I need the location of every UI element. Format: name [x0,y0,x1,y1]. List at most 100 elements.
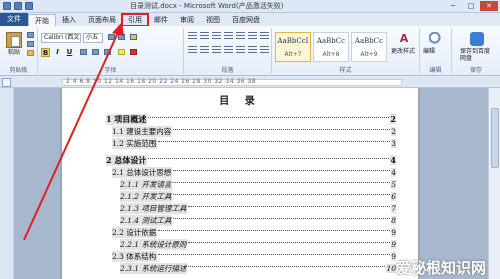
close-button[interactable]: ✕ [480,1,498,11]
show-marks-icon[interactable] [260,32,269,40]
toc-entry-page: 4 [391,167,396,177]
subscript-icon[interactable] [92,49,99,55]
decrease-indent-icon[interactable] [224,32,233,40]
toc-entry[interactable]: 2.2 设计依据 9 [106,226,396,238]
toc-entry-text: 1.1 建设主要内容 [112,125,173,137]
italic-button[interactable]: I [53,48,62,57]
format-painter-icon[interactable] [27,50,34,56]
align-right-icon[interactable] [212,46,221,54]
shading-icon[interactable] [248,46,257,54]
toc-entry[interactable]: 2.3 体系结构 9 [106,250,396,262]
toc-entry[interactable]: 1 项目概述 2 [106,113,396,125]
toc-entry-text: 2.3 体系结构 [112,250,158,262]
document-area: 目 录 1 项目概述 2 1.1 建设主要内容 2 1.2 实施范围 3 2 总体设计… [14,88,488,279]
minimize-button[interactable]: ─ [444,1,462,11]
superscript-icon[interactable] [104,49,111,55]
title-bar: 目录测试.docx - Microsoft Word(产品激活失败) ─ □ ✕ [0,0,500,13]
save-icon[interactable] [14,2,22,10]
clear-format-icon[interactable] [130,34,137,40]
toc-entry[interactable]: 1.2 实施范围 3 [106,137,396,149]
paste-label: 粘贴 [7,49,20,56]
tab-home[interactable]: 开始 [28,14,56,26]
copy-icon[interactable] [27,41,34,47]
styles-group: AaBbCcI Alt+7 AaBbCc Alt+8 AaBbCc Alt+9 … [272,28,420,74]
toc-entry-text: 2.3.1 系统运行描述 [120,262,188,274]
toc-entry[interactable]: 2.3.1 系统运行描述 10 [106,262,396,274]
vertical-ruler[interactable] [0,88,14,279]
toc-entry-page: 2 [390,114,396,124]
bold-button[interactable]: B [41,48,50,57]
word-logo-icon [3,2,11,10]
toc-entry-text: 2.2.1 系统设计原则 [120,238,188,250]
style-item[interactable]: AaBbCc Alt+9 [351,32,387,62]
change-styles-icon: A [399,32,409,45]
styles-group-label: 样式 [339,67,352,74]
underline-button[interactable]: U [65,48,74,57]
table-of-contents[interactable]: 1 项目概述 2 1.1 建设主要内容 2 1.2 实施范围 3 2 总体设计 4 2.… [106,108,396,274]
tab-selector-icon[interactable] [2,78,11,87]
bullets-icon[interactable] [188,32,197,40]
change-styles-label: 更改样式 [391,48,416,55]
tab-review[interactable]: 审阅 [174,14,200,26]
toc-entry[interactable]: 2.1.4 测试工具 8 [106,214,396,226]
align-left-icon[interactable] [188,46,197,54]
paste-button[interactable]: 粘贴 [3,30,25,60]
highlight-icon[interactable] [118,49,125,55]
shrink-font-icon[interactable] [118,34,125,40]
toc-entry-text: 2.2 设计依据 [112,226,158,238]
tab-insert[interactable]: 插入 [56,14,82,26]
multilevel-list-icon[interactable] [212,32,221,40]
toc-entry[interactable]: 2.2.1 系统设计原则 9 [106,238,396,250]
save-to-baidu-netdisk-button[interactable]: 保存到百度网盘 [460,32,494,66]
tab-view[interactable]: 视图 [200,14,226,26]
maximize-button[interactable]: □ [462,1,480,11]
font-name-select[interactable]: Calibri (西文) [41,33,81,43]
toc-entry[interactable]: 2.1.2 开发工具 6 [106,190,396,202]
paragraph-group: 段落 [184,28,272,74]
style-preview: AaBbCc [354,37,384,45]
tab-references[interactable]: 引用 [121,13,149,27]
borders-icon[interactable] [260,46,269,54]
style-item[interactable]: AaBbCcI Alt+7 [275,32,311,62]
toc-entry[interactable]: 2.1.3 项目管理工具 7 [106,202,396,214]
toc-entry-text: 2 总体设计 [106,154,148,166]
vertical-scrollbar[interactable] [488,88,500,279]
toc-entry-text: 2.1.2 开发工具 [120,190,173,202]
style-shortcut: Alt+7 [284,51,302,58]
toc-entry-text: 2.1.4 测试工具 [120,214,173,226]
align-center-icon[interactable] [200,46,209,54]
horizontal-ruler[interactable]: 2 4 6 8 10 12 14 16 18 20 22 24 26 28 30… [0,77,500,88]
font-color-icon[interactable] [130,49,137,55]
toc-entry-page: 3 [391,138,396,148]
scrollbar-thumb[interactable] [491,108,499,168]
document-page[interactable]: 目 录 1 项目概述 2 1.1 建设主要内容 2 1.2 实施范围 3 2 总体设计… [62,88,418,279]
toc-entry[interactable]: 1.1 建设主要内容 2 [106,125,396,137]
toc-entry[interactable]: 2.1 总体设计思想 4 [106,166,396,178]
toc-entry-text: 2.1.1 开发语言 [120,178,173,190]
font-size-select[interactable]: 小五 [83,33,103,43]
toc-entry-text: 2.1 总体设计思想 [112,166,173,178]
toc-entry-text: 2.1.3 项目管理工具 [120,202,188,214]
line-spacing-icon[interactable] [236,46,245,54]
increase-indent-icon[interactable] [236,32,245,40]
editing-group: 编辑 编辑 [420,28,452,74]
toc-entry[interactable]: 2.1.1 开发语言 5 [106,178,396,190]
grow-font-icon[interactable] [108,34,115,40]
toc-entry[interactable]: 2 总体设计 4 [106,154,396,166]
save-group: 保存到百度网盘 保存 [452,28,500,74]
clipboard-group: 粘贴 剪贴板 [0,28,38,74]
undo-icon[interactable] [25,2,33,10]
toc-entry-page: 10 [386,263,396,273]
change-styles-button[interactable]: A 更改样式 [391,32,417,66]
sort-icon[interactable] [248,32,257,40]
strikethrough-icon[interactable] [80,49,87,55]
justify-icon[interactable] [224,46,233,54]
tab-baidu-netdisk[interactable]: 百度网盘 [226,14,266,26]
tab-file[interactable]: 文件 [0,13,28,26]
cut-icon[interactable] [27,32,34,38]
numbering-icon[interactable] [200,32,209,40]
editing-button[interactable]: 编辑 [423,32,449,66]
tab-mailings[interactable]: 邮件 [148,14,174,26]
style-item[interactable]: AaBbCc Alt+8 [313,32,349,62]
tab-page-layout[interactable]: 页面布局 [82,14,122,26]
